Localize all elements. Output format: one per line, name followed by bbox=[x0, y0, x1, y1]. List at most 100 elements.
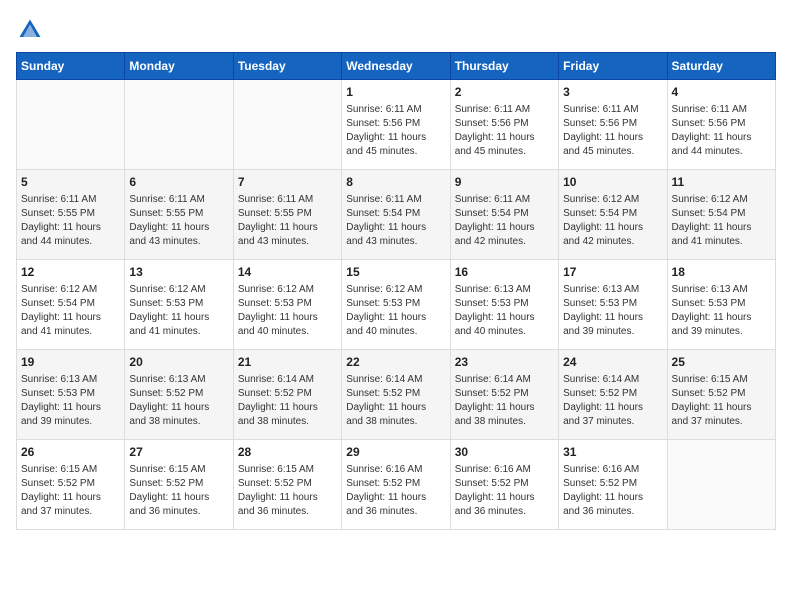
calendar-cell: 24Sunrise: 6:14 AMSunset: 5:52 PMDayligh… bbox=[559, 350, 667, 440]
calendar-cell bbox=[17, 80, 125, 170]
cell-info: Daylight: 11 hours bbox=[563, 401, 662, 415]
cell-info: and 41 minutes. bbox=[129, 325, 228, 339]
cell-info: Sunrise: 6:11 AM bbox=[455, 103, 554, 117]
cell-info: Sunset: 5:52 PM bbox=[21, 477, 120, 491]
day-number: 10 bbox=[563, 174, 662, 191]
day-number: 18 bbox=[672, 264, 771, 281]
cell-info: Sunrise: 6:11 AM bbox=[346, 193, 445, 207]
day-number: 31 bbox=[563, 444, 662, 461]
logo-icon bbox=[16, 16, 44, 44]
day-header-tuesday: Tuesday bbox=[233, 53, 341, 80]
cell-info: Sunrise: 6:14 AM bbox=[455, 373, 554, 387]
day-number: 6 bbox=[129, 174, 228, 191]
cell-info: and 38 minutes. bbox=[346, 415, 445, 429]
calendar-week-row: 19 Sunrise: 6:13 AMSunset: 5:53 PM Dayligh… bbox=[17, 350, 776, 440]
cell-info: Sunrise: 6:12 AM bbox=[346, 283, 445, 297]
cell-info: Sunrise: 6:12 AM bbox=[672, 193, 771, 207]
cell-info: and 44 minutes. bbox=[672, 145, 771, 159]
cell-info: Sunrise: 6:13 AM bbox=[21, 373, 120, 387]
day-number: 12 bbox=[21, 264, 120, 281]
cell-info: Sunset: 5:52 PM bbox=[129, 387, 228, 401]
calendar-cell: 22Sunrise: 6:14 AMSunset: 5:52 PMDayligh… bbox=[342, 350, 450, 440]
cell-info: and 37 minutes. bbox=[563, 415, 662, 429]
cell-info: Daylight: 11 hours bbox=[129, 311, 228, 325]
day-header-wednesday: Wednesday bbox=[342, 53, 450, 80]
calendar-cell: 6Sunrise: 6:11 AMSunset: 5:55 PMDaylight… bbox=[125, 170, 233, 260]
cell-info: Daylight: 11 hours bbox=[346, 311, 445, 325]
calendar-cell: 5Sunrise: 6:11 AMSunset: 5:55 PMDaylight… bbox=[17, 170, 125, 260]
cell-info: Daylight: 11 hours bbox=[455, 491, 554, 505]
calendar-cell: 11Sunrise: 6:12 AMSunset: 5:54 PMDayligh… bbox=[667, 170, 775, 260]
day-header-monday: Monday bbox=[125, 53, 233, 80]
day-number: 1 bbox=[346, 84, 445, 101]
calendar-week-row: 1Sunrise: 6:11 AMSunset: 5:56 PMDaylight… bbox=[17, 80, 776, 170]
day-header-sunday: Sunday bbox=[17, 53, 125, 80]
cell-info: Daylight: 11 hours bbox=[563, 221, 662, 235]
calendar-week-row: 26Sunrise: 6:15 AMSunset: 5:52 PMDayligh… bbox=[17, 440, 776, 530]
cell-info: Daylight: 11 hours bbox=[129, 401, 228, 415]
cell-info: Sunset: 5:52 PM bbox=[346, 477, 445, 491]
cell-info: Sunrise: 6:15 AM bbox=[21, 463, 120, 477]
calendar-week-row: 12Sunrise: 6:12 AMSunset: 5:54 PMDayligh… bbox=[17, 260, 776, 350]
cell-info: Sunset: 5:52 PM bbox=[672, 387, 771, 401]
cell-info: Daylight: 11 hours bbox=[672, 221, 771, 235]
cell-info: Sunrise: 6:13 AM bbox=[455, 283, 554, 297]
calendar-cell: 28Sunrise: 6:15 AMSunset: 5:52 PMDayligh… bbox=[233, 440, 341, 530]
cell-info: Sunrise: 6:12 AM bbox=[21, 283, 120, 297]
cell-info: and 40 minutes. bbox=[455, 325, 554, 339]
day-number: 25 bbox=[672, 354, 771, 371]
calendar-cell: 15Sunrise: 6:12 AMSunset: 5:53 PMDayligh… bbox=[342, 260, 450, 350]
day-header-friday: Friday bbox=[559, 53, 667, 80]
cell-info: Sunset: 5:52 PM bbox=[455, 477, 554, 491]
calendar-cell: 13Sunrise: 6:12 AMSunset: 5:53 PMDayligh… bbox=[125, 260, 233, 350]
calendar-cell: 14Sunrise: 6:12 AMSunset: 5:53 PMDayligh… bbox=[233, 260, 341, 350]
day-number: 19 bbox=[21, 354, 120, 371]
day-number: 29 bbox=[346, 444, 445, 461]
cell-info: Daylight: 11 hours bbox=[238, 311, 337, 325]
cell-info: Sunset: 5:56 PM bbox=[455, 117, 554, 131]
day-number: 8 bbox=[346, 174, 445, 191]
calendar-cell: 26Sunrise: 6:15 AMSunset: 5:52 PMDayligh… bbox=[17, 440, 125, 530]
cell-info: Sunset: 5:56 PM bbox=[346, 117, 445, 131]
cell-info: Sunset: 5:55 PM bbox=[238, 207, 337, 221]
logo bbox=[16, 16, 48, 44]
calendar-week-row: 5Sunrise: 6:11 AMSunset: 5:55 PMDaylight… bbox=[17, 170, 776, 260]
cell-info: Daylight: 11 hours bbox=[563, 311, 662, 325]
cell-info: Daylight: 11 hours bbox=[238, 401, 337, 415]
cell-info: and 36 minutes. bbox=[455, 505, 554, 519]
calendar-cell: 3Sunrise: 6:11 AMSunset: 5:56 PMDaylight… bbox=[559, 80, 667, 170]
cell-info: Sunrise: 6:14 AM bbox=[346, 373, 445, 387]
day-number: 17 bbox=[563, 264, 662, 281]
cell-info: Sunset: 5:53 PM bbox=[21, 387, 120, 401]
day-number: 9 bbox=[455, 174, 554, 191]
calendar-cell: 8Sunrise: 6:11 AMSunset: 5:54 PMDaylight… bbox=[342, 170, 450, 260]
calendar-cell: 16Sunrise: 6:13 AMSunset: 5:53 PMDayligh… bbox=[450, 260, 558, 350]
cell-info: Daylight: 11 hours bbox=[129, 491, 228, 505]
calendar-cell: 25Sunrise: 6:15 AMSunset: 5:52 PMDayligh… bbox=[667, 350, 775, 440]
cell-info: and 42 minutes. bbox=[455, 235, 554, 249]
calendar-header-row: SundayMondayTuesdayWednesdayThursdayFrid… bbox=[17, 53, 776, 80]
cell-info: Sunrise: 6:11 AM bbox=[672, 103, 771, 117]
cell-info: Sunset: 5:54 PM bbox=[21, 297, 120, 311]
cell-info: and 41 minutes. bbox=[672, 235, 771, 249]
cell-info: and 41 minutes. bbox=[21, 325, 120, 339]
cell-info: and 36 minutes. bbox=[238, 505, 337, 519]
cell-info: Sunrise: 6:13 AM bbox=[672, 283, 771, 297]
cell-info: Daylight: 11 hours bbox=[455, 311, 554, 325]
cell-info: Sunset: 5:54 PM bbox=[455, 207, 554, 221]
day-header-saturday: Saturday bbox=[667, 53, 775, 80]
cell-info: Sunset: 5:56 PM bbox=[672, 117, 771, 131]
cell-info: Sunset: 5:53 PM bbox=[672, 297, 771, 311]
cell-info: Sunset: 5:54 PM bbox=[672, 207, 771, 221]
cell-info: Sunset: 5:52 PM bbox=[238, 477, 337, 491]
day-number: 3 bbox=[563, 84, 662, 101]
calendar-cell: 4Sunrise: 6:11 AMSunset: 5:56 PMDaylight… bbox=[667, 80, 775, 170]
calendar-cell: 17Sunrise: 6:13 AMSunset: 5:53 PMDayligh… bbox=[559, 260, 667, 350]
day-number: 13 bbox=[129, 264, 228, 281]
cell-info: Daylight: 11 hours bbox=[672, 401, 771, 415]
cell-info: Daylight: 11 hours bbox=[21, 221, 120, 235]
cell-info: Sunset: 5:53 PM bbox=[346, 297, 445, 311]
cell-info: Daylight: 11 hours bbox=[672, 311, 771, 325]
day-number: 7 bbox=[238, 174, 337, 191]
cell-info: and 40 minutes. bbox=[346, 325, 445, 339]
